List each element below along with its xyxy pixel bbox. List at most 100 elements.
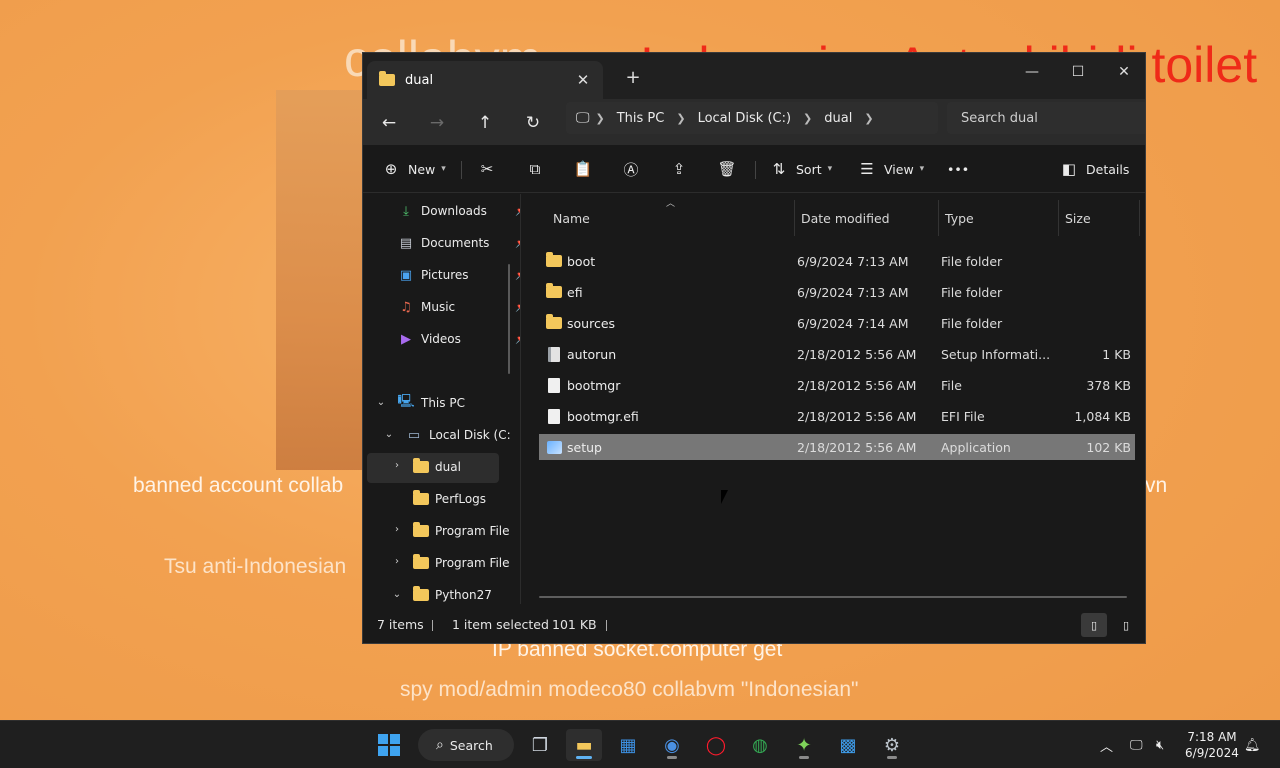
column-header-size[interactable]: Size bbox=[1065, 198, 1091, 238]
breadcrumb-local-disk[interactable]: Local Disk (C:) bbox=[698, 111, 791, 126]
sidebar-item-python27[interactable]: Python27 bbox=[413, 581, 492, 604]
table-row[interactable]: bootmgr 2/18/2012 5:56 AM File 378 KB bbox=[539, 372, 1135, 398]
folder-icon bbox=[413, 586, 429, 601]
chevron-down-icon[interactable]: ⌄ bbox=[382, 429, 396, 440]
clock-date: 6/9/2024 bbox=[1185, 746, 1239, 760]
chevron-right-icon[interactable]: › bbox=[390, 556, 404, 567]
task-view-button[interactable]: ❐ bbox=[522, 729, 558, 761]
network-icon: 🖵 bbox=[1130, 737, 1143, 753]
breadcrumb-dual[interactable]: dual bbox=[824, 111, 852, 126]
file-date: 2/18/2012 5:56 AM bbox=[797, 346, 917, 362]
up-button[interactable]: ↑ bbox=[469, 107, 501, 139]
folder-icon bbox=[413, 554, 429, 569]
forward-button[interactable]: → bbox=[421, 107, 453, 139]
refresh-button[interactable]: ↻ bbox=[517, 107, 549, 139]
opera-taskbar-button[interactable]: ◯ bbox=[698, 729, 734, 761]
sidebar-item-program-files[interactable]: Program File bbox=[413, 517, 510, 545]
column-divider[interactable] bbox=[938, 200, 939, 236]
rename-button[interactable]: Ⓐ bbox=[621, 155, 641, 183]
clipboard-icon: 📋 bbox=[573, 160, 593, 178]
table-row[interactable]: autorun 2/18/2012 5:56 AM Setup Informat… bbox=[539, 341, 1135, 367]
details-pane-button[interactable]: ◧ Details bbox=[1059, 155, 1129, 183]
tab-dual[interactable]: dual ✕ bbox=[367, 61, 603, 99]
column-divider[interactable] bbox=[794, 200, 795, 236]
share-button[interactable]: ⇪ bbox=[669, 155, 689, 183]
more-options-button[interactable]: ••• bbox=[947, 155, 969, 183]
network-status-button[interactable]: 🖵 bbox=[1130, 721, 1143, 768]
column-divider[interactable] bbox=[1139, 200, 1140, 236]
taskbar-search-button[interactable]: ⌕ Search bbox=[418, 729, 514, 761]
sidebar-item-program-files-x86[interactable]: Program File bbox=[413, 549, 510, 577]
photos-icon: ▩ bbox=[839, 734, 857, 756]
sidebar-item-local-disk[interactable]: ▭ Local Disk (C: bbox=[405, 421, 511, 449]
wallpaper-banned-text: banned account collab bbox=[133, 474, 344, 497]
maximize-button[interactable]: ☐ bbox=[1055, 57, 1101, 87]
chevron-right-icon[interactable]: › bbox=[390, 524, 404, 535]
column-header-name[interactable]: Name bbox=[553, 198, 590, 238]
chrome-taskbar-button[interactable]: ◍ bbox=[742, 729, 778, 761]
rename-icon: Ⓐ bbox=[623, 160, 639, 179]
sidebar-item-perflogs[interactable]: PerfLogs bbox=[413, 485, 486, 513]
network-app-taskbar-button[interactable]: ✦ bbox=[786, 729, 822, 761]
view-list-icon: ☰ bbox=[860, 160, 874, 178]
back-button[interactable]: ← bbox=[373, 107, 405, 139]
chevron-right-icon: ❯ bbox=[864, 111, 874, 125]
sidebar-item-documents[interactable]: ▤ Documents 📌 bbox=[397, 229, 520, 257]
horizontal-scrollbar[interactable] bbox=[539, 596, 1127, 598]
tiles-view-button[interactable]: ▯ bbox=[1113, 613, 1139, 637]
copy-button[interactable]: ⧉ bbox=[525, 155, 545, 183]
details-view-button[interactable]: ▯ bbox=[1081, 613, 1107, 637]
breadcrumb-this-pc[interactable]: This PC bbox=[617, 111, 665, 126]
table-row[interactable]: boot 6/9/2024 7:13 AM File folder bbox=[539, 248, 1135, 274]
start-button[interactable] bbox=[371, 729, 407, 761]
photos-taskbar-button[interactable]: ▩ bbox=[830, 729, 866, 761]
file-type: File folder bbox=[941, 253, 1003, 269]
cut-button[interactable]: ✂ bbox=[477, 155, 497, 183]
control-panel-taskbar-button[interactable]: ▦ bbox=[610, 729, 646, 761]
sidebar-item-dual[interactable]: dual bbox=[413, 453, 461, 481]
tab-close-button[interactable]: ✕ bbox=[571, 68, 595, 92]
sidebar-item-downloads[interactable]: ⤓ Downloads 📌 bbox=[397, 197, 520, 225]
delete-button[interactable]: 🗑 bbox=[717, 155, 737, 183]
folder-icon bbox=[546, 314, 562, 329]
sort-button[interactable]: ⇅ Sort ▾ bbox=[769, 155, 832, 183]
video-icon: ▶ bbox=[401, 331, 411, 347]
table-row[interactable]: efi 6/9/2024 7:13 AM File folder bbox=[539, 279, 1135, 305]
chromium-taskbar-button[interactable]: ◉ bbox=[654, 729, 690, 761]
file-date: 2/18/2012 5:56 AM bbox=[797, 439, 917, 455]
sidebar-item-pictures[interactable]: ▣ Pictures 📌 bbox=[397, 261, 520, 289]
view-button[interactable]: ☰ View ▾ bbox=[857, 155, 924, 183]
sidebar-item-videos[interactable]: ▶ Videos 📌 bbox=[397, 325, 520, 353]
settings-taskbar-button[interactable]: ⚙ bbox=[874, 729, 910, 761]
table-row[interactable]: sources 6/9/2024 7:14 AM File folder bbox=[539, 310, 1135, 336]
chevron-right-icon[interactable]: › bbox=[390, 460, 404, 471]
file-size: 378 KB bbox=[1086, 377, 1131, 393]
chevron-down-icon[interactable]: ⌄ bbox=[390, 589, 404, 600]
divider bbox=[461, 161, 462, 179]
column-header-date[interactable]: Date modified bbox=[801, 198, 890, 238]
column-header-type[interactable]: Type bbox=[945, 198, 974, 238]
sidebar-item-this-pc[interactable]: 🖳 This PC bbox=[397, 389, 465, 417]
paste-button[interactable]: 📋 bbox=[573, 155, 593, 183]
new-button[interactable]: ⊕ New ▾ bbox=[381, 155, 446, 183]
table-row-selected[interactable]: setup 2/18/2012 5:56 AM Application 102 … bbox=[539, 434, 1135, 460]
nav-pane-scrollbar[interactable] bbox=[508, 264, 510, 374]
clock[interactable]: 7:18 AM 6/9/2024 bbox=[1184, 729, 1240, 761]
search-input[interactable]: Search dual bbox=[947, 102, 1145, 134]
address-bar[interactable]: 🖵 ❯ This PC ❯ Local Disk (C:) ❯ dual ❯ bbox=[566, 102, 938, 134]
notifications-button[interactable]: 🔔︎ bbox=[1244, 721, 1261, 768]
drive-icon: ▭ bbox=[407, 427, 421, 443]
close-window-button[interactable]: ✕ bbox=[1101, 57, 1145, 87]
minimize-button[interactable]: — bbox=[1009, 57, 1055, 87]
chevron-down-icon[interactable]: ⌄ bbox=[374, 397, 388, 408]
volume-button[interactable]: 🔇︎ bbox=[1156, 721, 1164, 768]
sidebar-item-label: Python27 bbox=[435, 588, 492, 602]
pictures-icon: ▣ bbox=[399, 267, 413, 283]
sidebar-item-music[interactable]: ♫ Music 📌 bbox=[397, 293, 520, 321]
new-tab-button[interactable]: + bbox=[621, 67, 645, 88]
table-row[interactable]: bootmgr.efi 2/18/2012 5:56 AM EFI File 1… bbox=[539, 403, 1135, 429]
chromium-icon: ◉ bbox=[664, 734, 680, 756]
column-divider[interactable] bbox=[1058, 200, 1059, 236]
show-hidden-icons-button[interactable]: ︿ bbox=[1100, 721, 1113, 768]
file-explorer-taskbar-button[interactable]: ▬ bbox=[566, 729, 602, 761]
